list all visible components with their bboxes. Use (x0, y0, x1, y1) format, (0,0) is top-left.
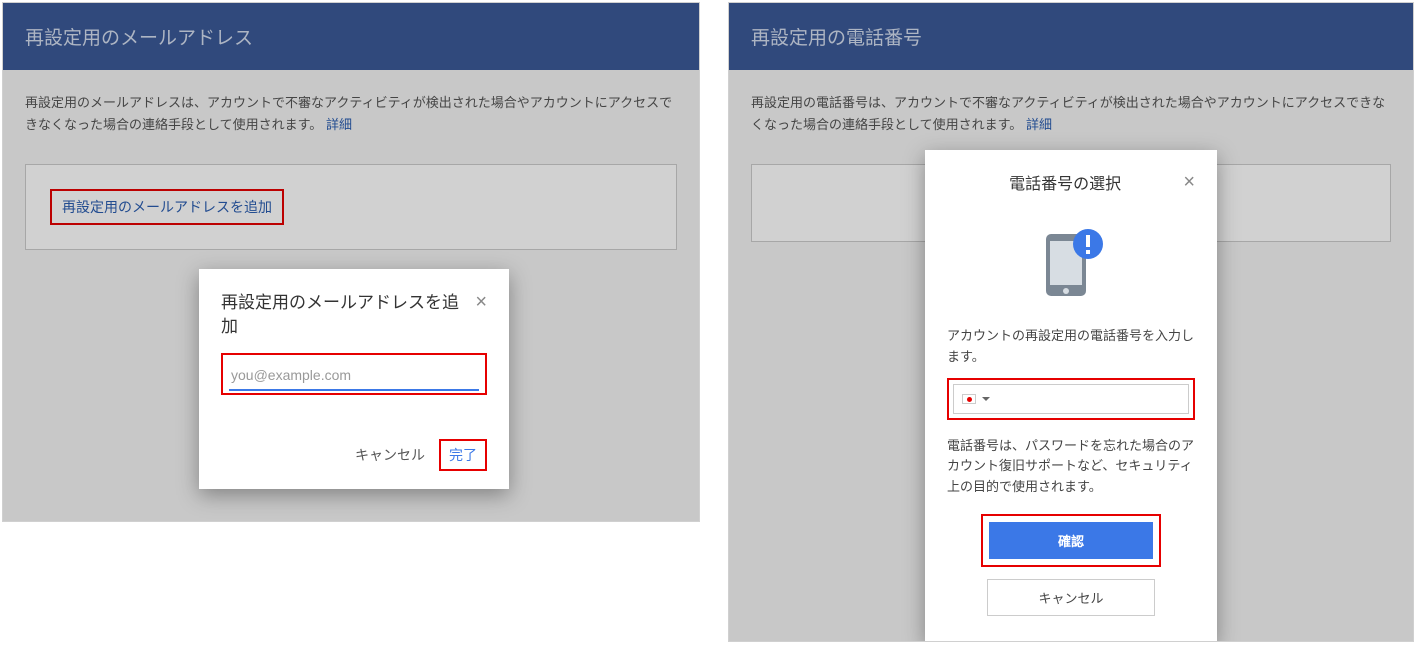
phone-alert-icon (947, 224, 1195, 302)
highlight-email-input (221, 353, 487, 395)
close-icon[interactable]: × (475, 291, 487, 314)
highlight-done-button: 完了 (439, 439, 487, 471)
chevron-down-icon (982, 397, 990, 401)
confirm-button[interactable]: 確認 (989, 522, 1153, 559)
country-select[interactable] (953, 384, 1189, 414)
email-recovery-panel: 再設定用のメールアドレス 再設定用のメールアドレスは、アカウントで不審なアクティ… (2, 2, 700, 522)
cancel-button[interactable]: キャンセル (987, 579, 1155, 616)
done-button[interactable]: 完了 (449, 447, 477, 463)
highlight-confirm-button: 確認 (981, 514, 1161, 567)
dialog-note: 電話番号は、パスワードを忘れた場合のアカウント復旧サポートなど、セキュリティ上の… (947, 436, 1195, 498)
dialog-title: 再設定用のメールアドレスを追加 (221, 291, 475, 339)
phone-recovery-panel: 再設定用の電話番号 再設定用の電話番号は、アカウントで不審なアクティビティが検出… (728, 2, 1414, 642)
select-phone-dialog: 電話番号の選択 × アカウントの再設定用の電話番号を入力します。 電話番号は、パ… (925, 150, 1217, 642)
flag-japan-icon (962, 394, 976, 404)
dialog-title: 電話番号の選択 (947, 170, 1183, 194)
dialog-description: アカウントの再設定用の電話番号を入力します。 (947, 326, 1195, 368)
add-email-dialog: 再設定用のメールアドレスを追加 × キャンセル 完了 (199, 269, 509, 489)
email-input[interactable] (229, 361, 479, 391)
close-icon[interactable]: × (1183, 171, 1195, 194)
highlight-country-select (947, 378, 1195, 420)
cancel-button[interactable]: キャンセル (355, 445, 425, 465)
